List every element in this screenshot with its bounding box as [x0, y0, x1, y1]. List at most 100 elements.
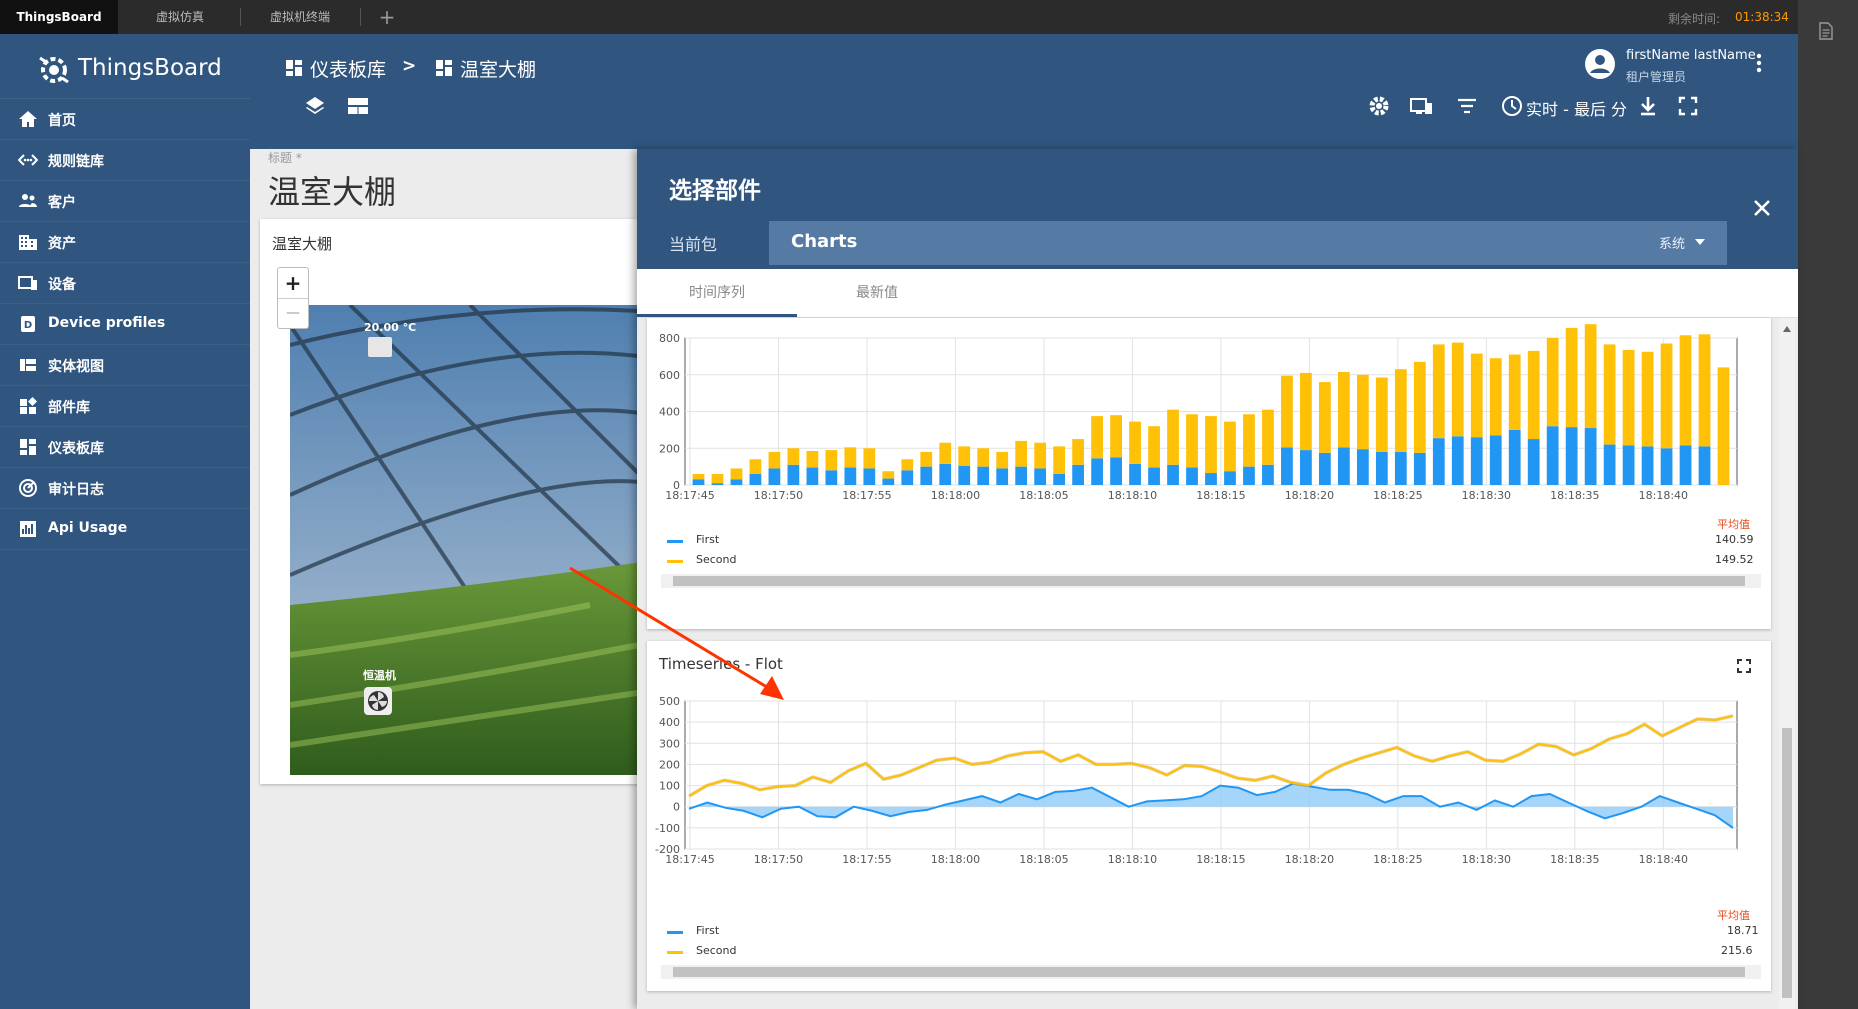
y-tick-label: -100: [655, 822, 680, 835]
y-tick-label: 500: [659, 695, 680, 708]
widget-preview-bars[interactable]: 800 600 400 200 0 18:17:45 18:17:50 18:17:55 18:…: [647, 318, 1771, 629]
browser-tab-thingsboard[interactable]: ThingsBoard: [0, 0, 118, 34]
sidebar-item-rule-chains[interactable]: 规则链库: [0, 140, 250, 181]
dashboard-title[interactable]: 温室大棚: [268, 167, 396, 213]
bar-second: [1110, 415, 1122, 458]
x-tick-label: 18:17:45: [665, 489, 714, 502]
scrollbar-thumb[interactable]: [673, 576, 1745, 586]
legend-swatch-second: [667, 560, 683, 563]
app-header: 仪表板库 > 温室大棚 firstName lastName 租户管理员 实时 …: [250, 34, 1798, 149]
horizontal-scrollbar[interactable]: [661, 965, 1761, 979]
sidebar-item-label: Api Usage: [48, 520, 128, 536]
thermostat-device-icon[interactable]: [368, 337, 392, 357]
new-tab-button[interactable]: +: [372, 0, 402, 34]
widget-type-tabs: 时间序列 最新值: [637, 269, 1798, 318]
breadcrumb-dashboards[interactable]: 仪表板库: [310, 55, 386, 82]
more-vert-icon[interactable]: [1756, 52, 1762, 74]
browser-tab-vm-terminal[interactable]: 虚拟机终端: [242, 0, 358, 34]
bar-second: [863, 448, 876, 469]
devices-icon[interactable]: [1410, 96, 1434, 116]
y-tick-label: 200: [659, 758, 680, 771]
bar-second: [1337, 371, 1350, 448]
bar-first: [1546, 426, 1559, 485]
scrollbar-thumb[interactable]: [673, 967, 1745, 977]
bar-first: [1129, 463, 1141, 485]
close-icon[interactable]: [1753, 199, 1771, 217]
map-zoom-control: + —: [277, 267, 309, 329]
x-tick-label: 18:18:30: [1462, 853, 1511, 866]
sidebar-item-api-usage[interactable]: Api Usage: [0, 509, 250, 550]
legend-swatch-second: [667, 951, 683, 954]
chevron-down-icon: [1695, 239, 1705, 245]
layout-icon[interactable]: [347, 97, 369, 115]
bar-second: [1641, 351, 1654, 447]
sidebar-item-entity-views[interactable]: 实体视图: [0, 345, 250, 386]
dialog-scrollbar[interactable]: [1779, 318, 1795, 1009]
layers-icon[interactable]: [304, 95, 326, 117]
fan-icon[interactable]: [364, 687, 392, 715]
x-tick-label: 18:17:50: [754, 489, 803, 502]
tab-latest-values[interactable]: 最新值: [797, 269, 957, 317]
sidebar-item-device-profiles[interactable]: D Device profiles: [0, 304, 250, 345]
horizontal-scrollbar[interactable]: [661, 574, 1761, 588]
bar-second: [1053, 446, 1066, 474]
sidebar-item-label: 实体视图: [48, 359, 104, 375]
bar-first: [1015, 466, 1028, 485]
x-tick-label: 18:18:10: [1108, 853, 1157, 866]
bar-first: [1072, 464, 1085, 485]
sidebar-item-customers[interactable]: 客户: [0, 181, 250, 222]
sidebar-item-dashboards[interactable]: 仪表板库: [0, 427, 250, 468]
bar-first: [863, 468, 876, 485]
y-tick-label: 600: [659, 369, 680, 382]
bar-first: [1508, 429, 1521, 485]
sidebar-item-devices[interactable]: 设备: [0, 263, 250, 304]
bar-first: [882, 478, 895, 485]
x-tick-label: 18:18:05: [1019, 853, 1068, 866]
clock-icon[interactable]: [1501, 95, 1523, 117]
bar-second: [1394, 369, 1407, 452]
bar-second: [1375, 377, 1388, 452]
zoom-in-button[interactable]: +: [278, 268, 308, 299]
sidebar-item-assets[interactable]: 资产: [0, 222, 250, 263]
timer-label: 剩余时间:: [1668, 12, 1721, 26]
sidebar-item-home[interactable]: 首页: [0, 99, 250, 140]
bar-second: [882, 471, 895, 479]
zoom-out-button[interactable]: —: [278, 299, 308, 328]
bar-first: [1527, 439, 1540, 485]
widget-preview-timeseries[interactable]: Timeseries - Flot 500 400 300 200 100 0 -100 -2…: [647, 641, 1771, 991]
right-side-strip: [1798, 0, 1858, 1009]
bar-first: [806, 467, 819, 485]
account-icon[interactable]: [1584, 48, 1616, 80]
tab-timeseries[interactable]: 时间序列: [637, 269, 797, 317]
legend-name-second: Second: [696, 944, 737, 957]
y-tick-label: 400: [659, 406, 680, 419]
filter-icon[interactable]: [1456, 97, 1478, 115]
greenhouse-widget[interactable]: 温室大棚 20.00 °C 恒温机 + —: [260, 219, 690, 784]
x-tick-label: 18:18:05: [1019, 489, 1068, 502]
bar-second: [996, 451, 1009, 469]
bundle-select[interactable]: Charts 系统: [769, 221, 1727, 265]
sidebar-item-audit-logs[interactable]: 审计日志: [0, 468, 250, 509]
assets-icon: [19, 235, 37, 250]
settings-icon[interactable]: [1368, 95, 1390, 117]
brand-name: ThingsBoard: [78, 55, 222, 81]
y-tick-label: 200: [659, 442, 680, 455]
active-tab-indicator: [637, 314, 797, 317]
download-icon[interactable]: [1638, 95, 1658, 117]
scroll-up-arrow[interactable]: [1783, 326, 1791, 332]
bar-first: [1641, 446, 1654, 485]
legend-avg-second: 149.52: [1715, 553, 1754, 566]
tab-divider: [360, 8, 361, 26]
scrollbar-thumb[interactable]: [1782, 728, 1792, 998]
bar-second: [920, 451, 933, 467]
sidebar-item-widgets[interactable]: 部件库: [0, 386, 250, 427]
bar-first: [1432, 438, 1445, 485]
bar-first: [1603, 444, 1616, 485]
timewindow-button[interactable]: 实时 - 最后 分: [1526, 96, 1627, 120]
bar-first: [1660, 448, 1673, 485]
browser-tab-simulation[interactable]: 虚拟仿真: [122, 0, 238, 34]
fullscreen-icon[interactable]: [1678, 96, 1698, 116]
bar-second: [692, 473, 705, 480]
legend-avg-first: 18.71: [1727, 924, 1759, 937]
document-icon[interactable]: [1818, 22, 1834, 40]
